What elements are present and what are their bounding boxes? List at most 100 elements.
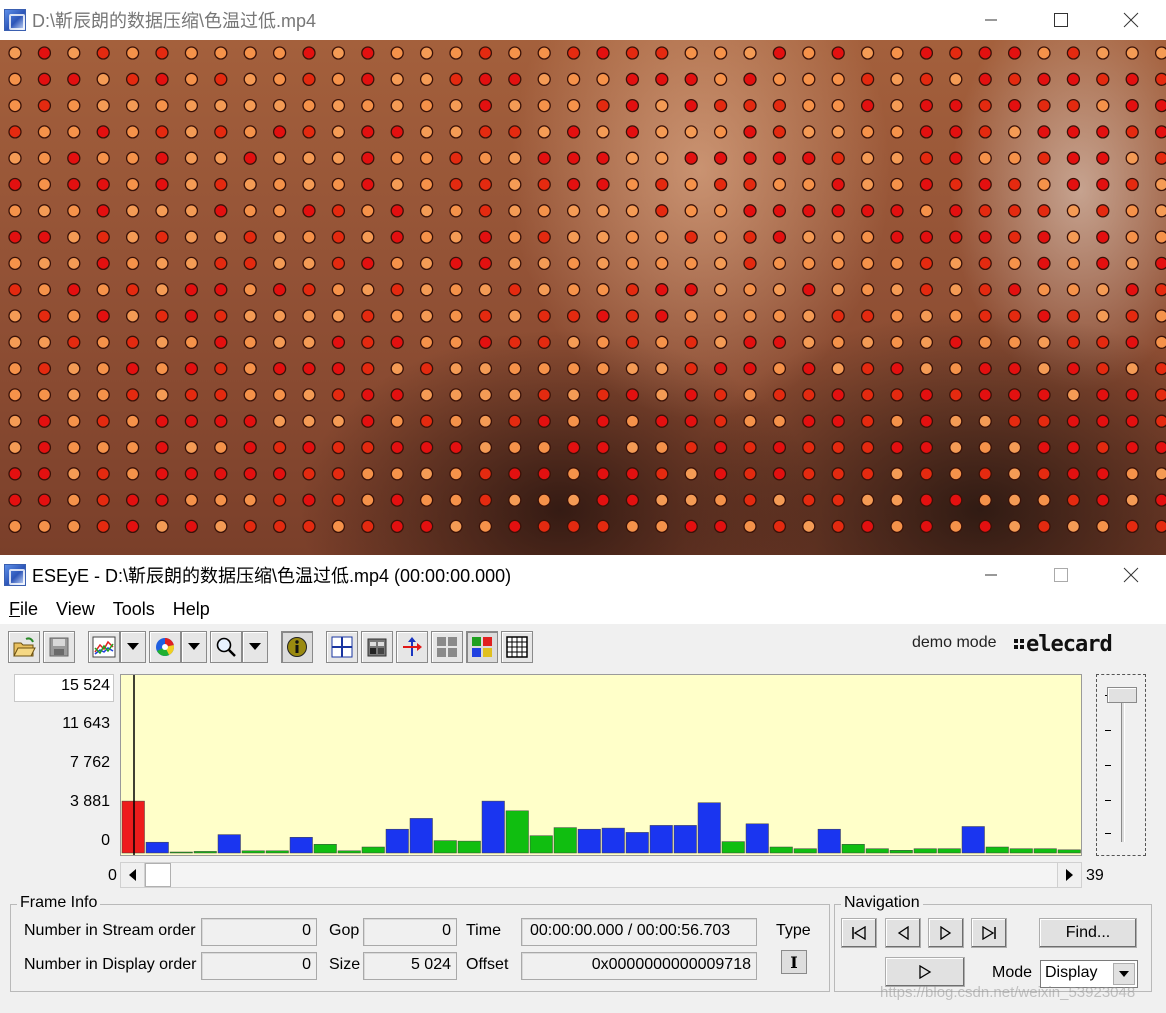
frame-bar[interactable]: [697, 802, 721, 854]
eseye-window-titlebar[interactable]: ESEyE - D:\靳辰朗的数据压缩\色温过低.mp4 (00:00:00.0…: [0, 556, 1166, 594]
previous-frame-button[interactable]: [885, 918, 921, 948]
frame-bar[interactable]: [481, 800, 505, 854]
macroblock-dot: [1125, 519, 1139, 534]
frame-bar[interactable]: [841, 844, 865, 854]
chart-dropdown-button[interactable]: [120, 631, 146, 663]
frame-bar[interactable]: [409, 818, 433, 854]
frame-bar[interactable]: [1009, 848, 1033, 854]
macroblock-grid-button[interactable]: [431, 631, 463, 663]
color-wheel-icon: [156, 637, 175, 656]
frame-bar[interactable]: [433, 840, 457, 854]
last-frame-button[interactable]: [971, 918, 1007, 948]
macroblock-dot: [302, 72, 316, 86]
frame-bar[interactable]: [145, 841, 169, 854]
color-button[interactable]: [149, 631, 181, 663]
macroblock-dot: [566, 467, 581, 481]
chart-button[interactable]: [88, 631, 120, 663]
scroll-min-label: 0: [108, 867, 117, 884]
frame-bar[interactable]: [889, 850, 913, 854]
frame-bar[interactable]: [601, 827, 625, 854]
frame-bar[interactable]: [769, 846, 793, 854]
mode-dropdown-button[interactable]: [1113, 963, 1135, 985]
close-button[interactable]: [1096, 556, 1166, 594]
zoom-dropdown-button[interactable]: [242, 631, 268, 663]
motion-vector-button[interactable]: [396, 631, 428, 663]
find-button[interactable]: Find...: [1039, 918, 1137, 948]
crosshair-button[interactable]: [326, 631, 358, 663]
video-frame-view[interactable]: [0, 40, 1166, 555]
scroll-thumb[interactable]: [145, 863, 171, 887]
frame-bar[interactable]: [1057, 849, 1081, 854]
frame-bar[interactable]: [457, 840, 481, 854]
frame-bar[interactable]: [577, 828, 601, 854]
first-frame-button[interactable]: [841, 918, 877, 948]
color-dropdown-button[interactable]: [181, 631, 207, 663]
macroblock-dot: [713, 335, 728, 349]
frame-bar[interactable]: [625, 832, 649, 854]
maximize-button[interactable]: [1026, 556, 1096, 594]
frame-bar[interactable]: [265, 850, 289, 854]
macroblock-dot: [184, 361, 199, 376]
info-button[interactable]: [281, 631, 313, 663]
frame-bar[interactable]: [673, 825, 697, 854]
frame-bar[interactable]: [289, 837, 313, 854]
frame-bar[interactable]: [193, 851, 217, 854]
open-button[interactable]: [8, 631, 40, 663]
macroblock-dot: [655, 388, 669, 402]
frame-bar[interactable]: [337, 850, 361, 854]
macroblock-dot: [655, 230, 669, 244]
macroblock-dot: [1037, 98, 1051, 113]
slider-thumb[interactable]: [1107, 687, 1137, 703]
macroblock-dot: [919, 493, 934, 507]
macroblock-dot: [655, 256, 669, 271]
frame-bar[interactable]: [745, 823, 769, 854]
frame-bar[interactable]: [985, 846, 1009, 854]
video-window-titlebar[interactable]: D:\靳辰朗的数据压缩\色温过低.mp4: [0, 0, 1166, 40]
macroblock-color-button[interactable]: [466, 631, 498, 663]
zoom-button[interactable]: [210, 631, 242, 663]
minimize-button[interactable]: [956, 556, 1026, 594]
menu-tools[interactable]: Tools: [104, 599, 164, 620]
frame-bar[interactable]: [553, 827, 577, 854]
macroblock-dot: [743, 467, 757, 481]
frame-bar[interactable]: [385, 828, 409, 854]
play-button[interactable]: [885, 957, 965, 987]
frame-bar[interactable]: [865, 848, 889, 854]
macroblock-dot: [890, 125, 904, 139]
frame-bar[interactable]: [937, 848, 961, 854]
frame-bar[interactable]: [721, 841, 745, 854]
macroblock-dot: [478, 125, 493, 139]
macroblock-dot: [919, 98, 934, 113]
macroblock-dot: [625, 46, 640, 60]
minimize-button[interactable]: [956, 0, 1026, 40]
frame-bar[interactable]: [241, 850, 265, 854]
frame-bar[interactable]: [505, 810, 529, 854]
scroll-left-button[interactable]: [121, 863, 145, 887]
frame-bar[interactable]: [793, 848, 817, 854]
frame-bar[interactable]: [817, 828, 841, 854]
frame-size-chart[interactable]: [120, 674, 1082, 856]
save-button[interactable]: [43, 631, 75, 663]
macroblock-dot: [184, 177, 199, 192]
zoom-slider[interactable]: [1096, 674, 1146, 856]
close-button[interactable]: [1096, 0, 1166, 40]
frame-bar[interactable]: [217, 834, 241, 854]
frame-table-button[interactable]: [361, 631, 393, 663]
display-order-field: 0: [201, 952, 317, 980]
grid-button[interactable]: [501, 631, 533, 663]
frame-bar[interactable]: [961, 826, 985, 854]
frame-bar[interactable]: [529, 835, 553, 854]
menu-help[interactable]: Help: [164, 599, 219, 620]
frame-bar[interactable]: [913, 848, 937, 854]
frame-bar[interactable]: [169, 851, 193, 854]
menu-view[interactable]: View: [47, 599, 104, 620]
frame-bar[interactable]: [1033, 848, 1057, 854]
frame-bar[interactable]: [361, 846, 385, 854]
frame-bar[interactable]: [649, 825, 673, 854]
frame-scrollbar[interactable]: [120, 862, 1082, 888]
scroll-right-button[interactable]: [1057, 863, 1081, 887]
maximize-button[interactable]: [1026, 0, 1096, 40]
next-frame-button[interactable]: [928, 918, 964, 948]
menu-file[interactable]: File: [0, 599, 47, 620]
frame-bar[interactable]: [313, 844, 337, 854]
